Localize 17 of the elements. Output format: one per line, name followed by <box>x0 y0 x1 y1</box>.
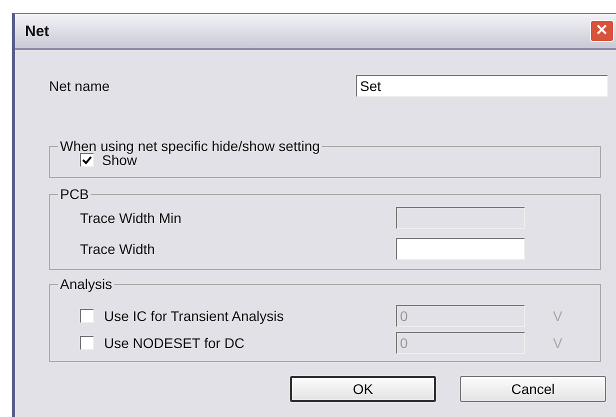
checkbox-label: Use NODESET for DC <box>104 334 246 350</box>
unit-label: V <box>553 334 562 350</box>
unit-label: V <box>553 308 562 324</box>
window-title: Net <box>25 22 50 40</box>
field-label: Net name <box>49 78 111 94</box>
checkbox-label: Use IC for Transient Analysis <box>104 308 285 324</box>
close-button[interactable]: ✕ <box>590 20 614 42</box>
group-title: PCB <box>59 186 90 202</box>
input-field[interactable] <box>396 238 525 260</box>
group-title: Analysis <box>59 276 114 292</box>
dialog-button[interactable]: Cancel <box>460 376 606 402</box>
net-name-field[interactable]: Set <box>356 75 608 97</box>
field-label: Trace Width <box>80 240 156 256</box>
dialog-button[interactable]: OK <box>290 376 436 402</box>
checkbox[interactable] <box>80 153 94 167</box>
field-label: Trace Width Min <box>80 210 182 226</box>
group-title: When using net specific hide/show setting <box>59 138 321 154</box>
